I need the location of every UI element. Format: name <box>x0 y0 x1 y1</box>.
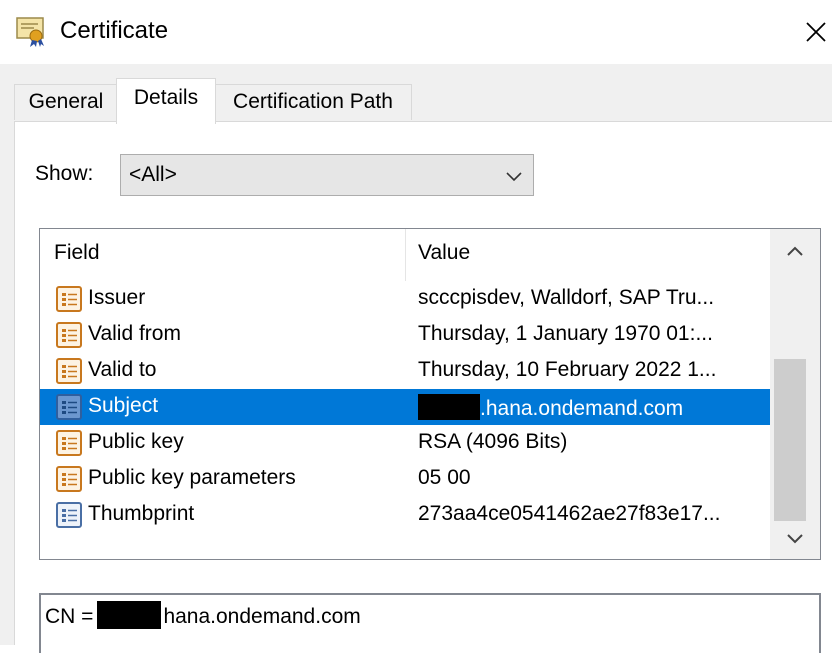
tab-label: Certification Path <box>233 90 393 113</box>
close-button[interactable] <box>800 8 832 56</box>
column-header-value[interactable]: Value <box>418 241 470 265</box>
column-divider[interactable] <box>405 229 406 281</box>
tab-label: General <box>28 90 104 113</box>
fields-list[interactable]: Field Value Issuer scccpisdev, Walldorf,… <box>39 228 821 560</box>
chevron-up-icon <box>787 246 803 256</box>
redaction-box <box>418 394 480 420</box>
dialog-client-area: General Details Certification Path Show:… <box>0 64 832 653</box>
tab-certification-path[interactable]: Certification Path <box>214 84 412 120</box>
certificate-properties-icon <box>56 502 82 528</box>
list-scrollbar[interactable] <box>770 229 820 559</box>
field-detail-textbox[interactable]: CN = hana.ondemand.com <box>39 593 821 653</box>
close-icon <box>806 22 826 42</box>
table-row[interactable]: Valid from Thursday, 1 January 1970 01:.… <box>40 317 770 353</box>
scroll-thumb[interactable] <box>774 359 806 521</box>
scroll-down-button[interactable] <box>778 521 812 555</box>
certificate-field-icon <box>56 394 82 420</box>
subject-value-suffix: .hana.ondemand.com <box>480 397 684 420</box>
table-row[interactable]: Issuer scccpisdev, Walldorf, SAP Tru... <box>40 281 770 317</box>
list-header: Field Value <box>40 229 770 281</box>
chevron-down-icon <box>787 534 803 544</box>
row-field-value: Thursday, 10 February 2022 1... <box>418 358 717 381</box>
row-field-name: Valid from <box>88 322 181 345</box>
tab-label: Details <box>133 86 199 109</box>
table-row-selected[interactable]: Subject .hana.ondemand.com <box>40 389 770 425</box>
row-field-name: Thumbprint <box>88 502 195 525</box>
scroll-up-button[interactable] <box>778 235 812 269</box>
certificate-field-icon <box>56 466 82 492</box>
redaction-box <box>97 601 162 629</box>
table-row[interactable]: Valid to Thursday, 10 February 2022 1... <box>40 353 770 389</box>
window-title: Certificate <box>60 17 169 44</box>
row-field-value: Thursday, 1 January 1970 01:... <box>418 322 713 345</box>
tab-details[interactable]: Details <box>116 78 216 124</box>
certificate-field-icon <box>56 430 82 456</box>
title-bar: Certificate <box>0 0 832 64</box>
certificate-icon <box>16 17 44 47</box>
show-selected-value: <All> <box>129 163 177 186</box>
row-field-value: scccpisdev, Walldorf, SAP Tru... <box>418 286 715 309</box>
row-field-name: Public key parameters <box>88 466 296 489</box>
chevron-down-icon <box>506 172 522 182</box>
row-field-name: Valid to <box>88 358 157 381</box>
row-field-name: Public key <box>88 430 184 453</box>
row-field-value: RSA (4096 Bits) <box>418 430 568 453</box>
tab-general[interactable]: General <box>14 84 118 120</box>
table-row[interactable]: Public key parameters 05 00 <box>40 461 770 497</box>
row-field-name: Issuer <box>88 286 146 309</box>
certificate-field-icon <box>56 286 82 312</box>
details-panel: Show: <All> Field Value Issuer scccpisde… <box>14 121 832 653</box>
field-detail-text: CN = hana.ondemand.com <box>45 601 361 629</box>
detail-prefix: CN = <box>45 605 94 628</box>
column-header-field[interactable]: Field <box>54 241 100 265</box>
certificate-field-icon <box>56 358 82 384</box>
row-field-name: Subject <box>88 394 159 417</box>
table-row[interactable]: Public key RSA (4096 Bits) <box>40 425 770 461</box>
row-field-value: 05 00 <box>418 466 471 489</box>
row-field-value: 273aa4ce0541462ae27f83e17... <box>418 502 721 525</box>
show-label: Show: <box>35 162 94 185</box>
row-field-value: .hana.ondemand.com <box>418 394 763 421</box>
show-dropdown[interactable]: <All> <box>120 154 534 196</box>
table-row[interactable]: Thumbprint 273aa4ce0541462ae27f83e17... <box>40 497 770 533</box>
detail-suffix: hana.ondemand.com <box>163 605 361 628</box>
certificate-field-icon <box>56 322 82 348</box>
